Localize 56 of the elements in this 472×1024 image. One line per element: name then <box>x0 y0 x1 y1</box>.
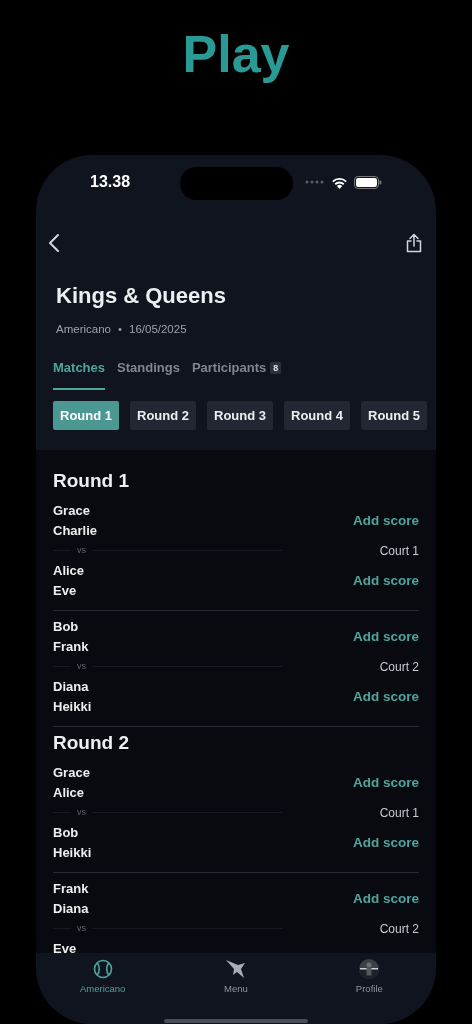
add-score-button[interactable]: Add score <box>352 686 419 707</box>
court-label: Court 1 <box>379 804 419 822</box>
player-name: Alice <box>53 561 85 580</box>
tennis-ball-icon <box>92 959 113 979</box>
add-score-button[interactable]: Add score <box>352 832 419 853</box>
player-name: Charlie <box>53 521 98 540</box>
add-score-button[interactable]: Add score <box>352 626 419 647</box>
round-chip[interactable]: Round 3 <box>207 400 273 430</box>
player-name: Eve <box>53 581 78 600</box>
signal-icon <box>305 180 325 184</box>
vs-label: vs <box>76 660 87 673</box>
player-name: Heikki <box>53 697 92 716</box>
court-label: Court 2 <box>379 658 419 676</box>
event-title: Kings & Queens <box>56 282 227 310</box>
vs-label: vs <box>76 544 87 557</box>
tab[interactable]: Participants 8 <box>191 358 282 390</box>
count-badge: 8 <box>270 362 282 374</box>
add-score-button[interactable]: Add score <box>352 888 419 909</box>
round-chip[interactable]: Round 2 <box>130 400 196 430</box>
player-name: Bob <box>53 617 80 636</box>
player-name: Heikki <box>53 843 92 862</box>
back-icon[interactable] <box>48 233 60 253</box>
share-icon[interactable] <box>404 233 424 253</box>
player-name: Frank <box>53 879 89 898</box>
vs-label: vs <box>76 806 87 819</box>
player-name: Alice <box>53 783 86 802</box>
page-title: Play <box>182 24 290 84</box>
round-heading: Round 1 <box>53 468 130 493</box>
wifi-icon <box>331 175 348 189</box>
vs-label: vs <box>76 922 87 935</box>
player-name: Bob <box>53 823 80 842</box>
add-score-button[interactable]: Add score <box>352 570 419 591</box>
separator-dot: • <box>117 322 122 337</box>
player-name: Eve <box>53 939 77 953</box>
battery-icon <box>354 175 382 189</box>
add-score-button[interactable]: Add score <box>352 772 419 793</box>
round-heading: Round 2 <box>53 730 130 755</box>
court-label: Court 2 <box>379 920 419 938</box>
player-name: Diana <box>53 677 90 696</box>
nav-item[interactable]: Profile <box>302 953 436 1024</box>
nav-item[interactable]: Menu <box>169 953 303 1024</box>
status-time: 13.38 <box>90 172 131 192</box>
round-chip[interactable]: Round 4 <box>284 400 350 430</box>
event-format: Americano <box>56 322 111 337</box>
star-icon <box>225 959 247 979</box>
player-name: Grace <box>53 763 90 782</box>
tab[interactable]: Matches <box>53 358 106 390</box>
player-name: Frank <box>53 637 89 656</box>
player-name: Grace <box>53 501 91 520</box>
tab[interactable]: Standings <box>117 358 180 390</box>
player-name: Diana <box>53 899 89 918</box>
nav-item[interactable]: Americano <box>36 953 170 1024</box>
court-label: Court 1 <box>379 542 419 560</box>
add-score-button[interactable]: Add score <box>352 510 419 531</box>
round-chip[interactable]: Round 5 <box>361 400 427 430</box>
event-date: 16/05/2025 <box>129 322 187 337</box>
